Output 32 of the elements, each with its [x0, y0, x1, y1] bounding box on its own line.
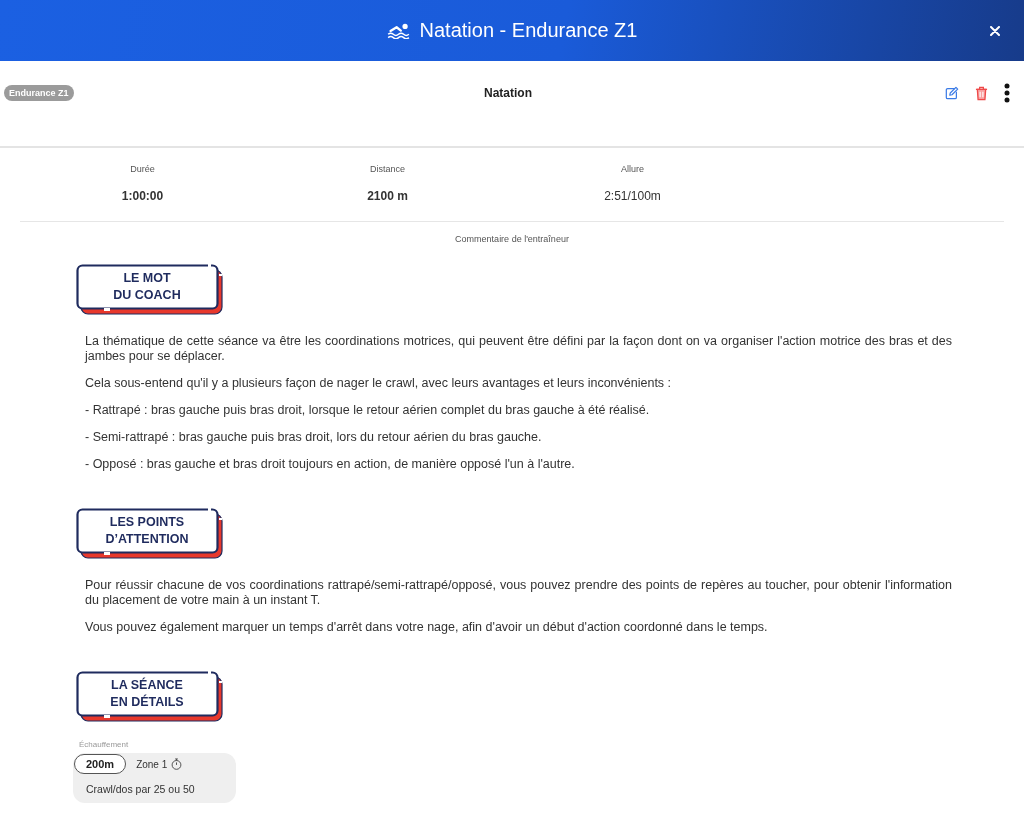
paragraph: Pour réussir chacune de vos coordinations rattrapé/semi-rattrapé/opposé, vous pouvez prendre des points de repères au toucher, pour obtenir l'information du placement de votre main à un instant T. — [85, 578, 952, 608]
edit-button[interactable] — [943, 84, 961, 102]
stat-label: Distance — [370, 163, 405, 175]
tag-badge: Endurance Z1 — [4, 85, 74, 101]
paragraph: La thématique de cette séance va être les coordinations motrices, qui peuvent être défini par la façon dont on va organiser l'action motrice des bras et des jambes pour se déplacer. — [85, 334, 952, 364]
paragraph: Vous pouvez également marquer un temps d'arrêt dans votre nage, afin d'avoir un début d'action coordonné dans le temps. — [85, 620, 769, 635]
paragraph: - Semi-rattrapé : bras gauche puis bras droit, lors du retour aérien du bras gauche. — [85, 430, 543, 445]
stat-value: 1:00:00 — [121, 188, 164, 204]
more-icon — [1004, 83, 1010, 103]
stat-value: 2100 m — [367, 188, 408, 204]
section-heading: LA SÉANCE EN DÉTAILS — [110, 677, 184, 711]
paragraph: Cela sous-entend qu'il y a plusieurs façon de nager le crawl, avec leurs avantages et leurs inconvénients : — [85, 376, 673, 391]
close-icon — [990, 25, 1000, 36]
stopwatch-icon — [171, 758, 183, 770]
block-label: Échauffement — [79, 740, 129, 750]
stat-value: 2:51/100m — [604, 188, 661, 204]
stat-label: Allure — [621, 163, 644, 175]
stat-label: Durée — [130, 163, 155, 175]
swimmer-icon — [386, 22, 410, 39]
workout-description: Crawl/dos par 25 ou 50 — [86, 783, 195, 795]
comment-label: Commentaire de l'entraîneur — [455, 233, 569, 245]
sport-name: Natation — [484, 86, 532, 100]
paragraph: - Rattrapé : bras gauche puis bras droit, lorsque le retour aérien complet du bras gauche à été réalisé. — [85, 403, 651, 418]
trash-icon — [975, 85, 988, 101]
section-heading: LES POINTS D’ATTENTION — [105, 514, 189, 548]
window-title: Natation - Endurance Z1 — [419, 19, 638, 42]
edit-icon — [945, 86, 959, 100]
section-heading: LE MOT DU COACH — [113, 270, 181, 304]
paragraph: - Opposé : bras gauche et bras droit toujours en action, de manière opposé l'un à l'autre. — [85, 457, 576, 472]
zone-label: Zone 1 — [136, 758, 168, 770]
distance-tag: 200m — [74, 754, 127, 774]
more-button[interactable] — [1002, 81, 1012, 105]
